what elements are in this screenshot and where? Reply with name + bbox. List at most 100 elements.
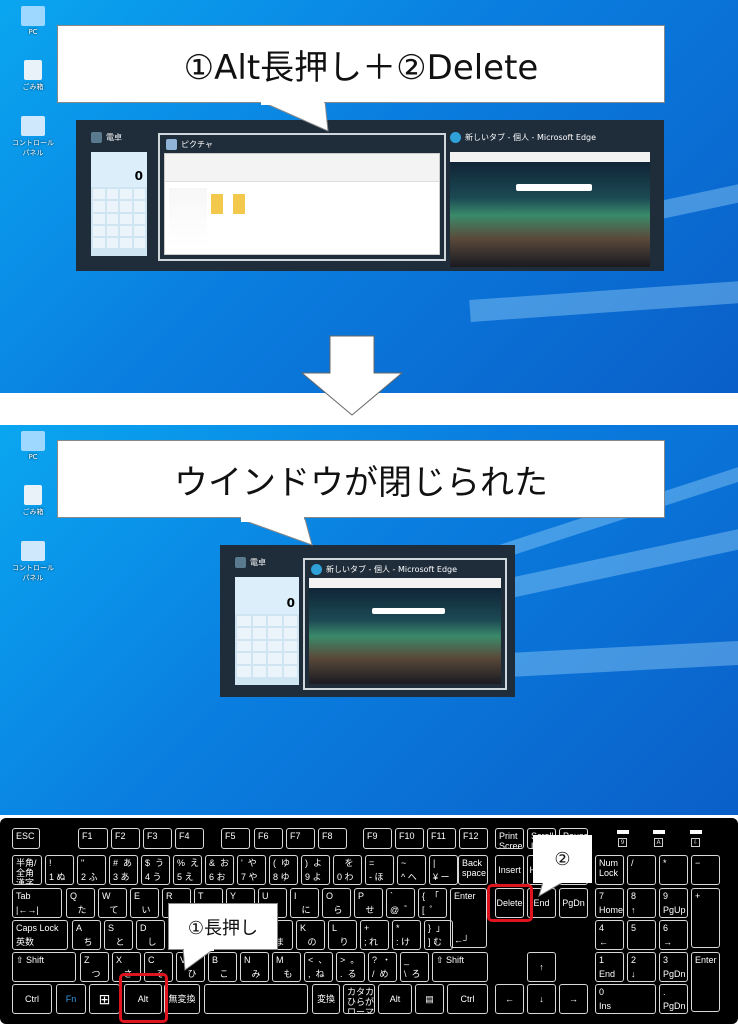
- key-n[interactable]: N み: [240, 952, 269, 982]
- key-k16[interactable]: 半角/ 全角 漢字: [12, 855, 42, 885]
- key-f2[interactable]: F2: [111, 828, 140, 849]
- key-2[interactable]: 2 ↓: [627, 952, 656, 982]
- key-k84[interactable]: > 。 . る: [336, 952, 365, 982]
- key-k83[interactable]: < 、 , ね: [304, 952, 333, 982]
- key-e[interactable]: E い: [130, 888, 159, 918]
- key-m[interactable]: M も: [272, 952, 301, 982]
- key-d[interactable]: D し: [136, 920, 165, 950]
- key-9[interactable]: 9 PgUp: [659, 888, 688, 918]
- key-k17[interactable]: ! 1 ぬ: [45, 855, 74, 885]
- key-7[interactable]: 7 Home: [595, 888, 624, 918]
- key-print[interactable]: Print Screen: [495, 828, 524, 849]
- key-f1[interactable]: F1: [78, 828, 108, 849]
- key-enter[interactable]: Enter ←┘: [450, 888, 487, 948]
- key-num[interactable]: Num Lock: [595, 855, 624, 885]
- desktop-icon-pc[interactable]: PC: [8, 6, 58, 36]
- key-k26[interactable]: を 0 わ: [333, 855, 362, 885]
- key-s[interactable]: S と: [104, 920, 133, 950]
- key-f4[interactable]: F4: [175, 828, 204, 849]
- key-z[interactable]: Z つ: [80, 952, 109, 982]
- key-fn[interactable]: Fn: [56, 984, 86, 1014]
- key-k108[interactable]: . PgDn: [659, 984, 688, 1014]
- key-back[interactable]: Back space: [458, 855, 488, 885]
- key-k95[interactable]: ⊞: [89, 984, 120, 1014]
- key-k102[interactable]: ▤: [415, 984, 444, 1014]
- key-k86[interactable]: _ \ ろ: [400, 952, 429, 982]
- key-5[interactable]: 5: [627, 920, 656, 950]
- key-k70[interactable]: *: け: [392, 920, 421, 950]
- key-i[interactable]: I に: [290, 888, 319, 918]
- desktop-icon-recycle-bin[interactable]: ごみ箱: [8, 485, 58, 517]
- key-k97[interactable]: 無変換: [164, 984, 200, 1014]
- key-f10[interactable]: F10: [395, 828, 424, 849]
- window-thumb-edge[interactable]: 新しいタブ - 個人 - Microsoft Edge: [303, 558, 507, 690]
- key-k35[interactable]: /: [627, 855, 656, 885]
- key-6[interactable]: 6 →: [659, 920, 688, 950]
- key-tab[interactable]: Tab |←→|: [12, 888, 62, 918]
- key-k27[interactable]: = - ほ: [365, 855, 394, 885]
- key-f12[interactable]: F12: [459, 828, 488, 849]
- key-k105[interactable]: ↓: [527, 984, 556, 1014]
- key-f8[interactable]: F8: [318, 828, 347, 849]
- key-f9[interactable]: F9: [363, 828, 392, 849]
- desktop-icon-recycle-bin[interactable]: ごみ箱: [8, 60, 58, 92]
- key-esc[interactable]: ESC: [12, 828, 40, 849]
- key-o[interactable]: O ら: [322, 888, 351, 918]
- window-thumb-calculator[interactable]: 電卓 0: [235, 557, 299, 685]
- key-alt[interactable]: Alt: [378, 984, 412, 1014]
- key-k37[interactable]: −: [691, 855, 720, 885]
- window-thumb-edge[interactable]: 新しいタブ - 個人 - Microsoft Edge: [450, 132, 650, 267]
- key-ctrl[interactable]: Ctrl: [447, 984, 488, 1014]
- key-p[interactable]: P せ: [354, 888, 383, 918]
- key-k36[interactable]: *: [659, 855, 688, 885]
- key-w[interactable]: W て: [98, 888, 127, 918]
- key-capslock[interactable]: Caps Lock 英数: [12, 920, 68, 950]
- key-q[interactable]: Q た: [66, 888, 95, 918]
- key-4[interactable]: 4 ←: [595, 920, 624, 950]
- key-insert[interactable]: Insert: [495, 855, 524, 885]
- key-f6[interactable]: F6: [254, 828, 283, 849]
- key-a[interactable]: A ち: [72, 920, 101, 950]
- key-3[interactable]: 3 PgDn: [659, 952, 688, 982]
- key-k58[interactable]: +: [691, 888, 720, 948]
- key-f5[interactable]: F5: [221, 828, 250, 849]
- key-k49[interactable]: ` @ ゛: [386, 888, 415, 918]
- key-k71[interactable]: } 」] む: [424, 920, 453, 950]
- key-k99[interactable]: 変換: [312, 984, 340, 1014]
- key-0[interactable]: 0 Ins: [595, 984, 656, 1014]
- key-k21[interactable]: % え 5 え: [173, 855, 202, 885]
- key-k100[interactable]: カタカナ ひらがな ローマ字: [343, 984, 375, 1014]
- key-k18[interactable]: " 2 ふ: [77, 855, 106, 885]
- key-space[interactable]: [204, 984, 308, 1014]
- key-k85[interactable]: ? ・ / め: [368, 952, 397, 982]
- desktop-icon-control-panel[interactable]: コントロール パネル: [8, 116, 58, 158]
- key-1[interactable]: 1 End: [595, 952, 624, 982]
- key-k69[interactable]: + ; れ: [360, 920, 389, 950]
- key-shift[interactable]: ⇧ Shift: [432, 952, 488, 982]
- window-thumb-calculator[interactable]: 電卓 0: [91, 132, 147, 256]
- key-l[interactable]: L り: [328, 920, 357, 950]
- key-k20[interactable]: $ う 4 う: [141, 855, 170, 885]
- key-k23[interactable]: ' や 7 や: [237, 855, 266, 885]
- key-k19[interactable]: # あ 3 あ: [109, 855, 138, 885]
- key-f7[interactable]: F7: [286, 828, 315, 849]
- key-shift[interactable]: ⇧ Shift: [12, 952, 76, 982]
- key-k29[interactable]: | ¥ ー: [429, 855, 458, 885]
- key-k104[interactable]: ←: [495, 984, 524, 1014]
- key-8[interactable]: 8 ↑: [627, 888, 656, 918]
- key-k50[interactable]: { 「 [ ゜: [418, 888, 447, 918]
- key-k25[interactable]: ) よ 9 よ: [301, 855, 330, 885]
- key-k[interactable]: K の: [296, 920, 325, 950]
- key-f3[interactable]: F3: [143, 828, 172, 849]
- key-k24[interactable]: ( ゆ 8 ゆ: [269, 855, 298, 885]
- desktop-icon-control-panel[interactable]: コントロール パネル: [8, 541, 58, 583]
- key-f11[interactable]: F11: [427, 828, 456, 849]
- key-k88[interactable]: ↑: [527, 952, 556, 982]
- window-thumb-pictures[interactable]: ピクチャ: [158, 133, 446, 261]
- key-k106[interactable]: →: [559, 984, 588, 1014]
- desktop-icon-pc[interactable]: PC: [8, 431, 58, 461]
- key-ctrl[interactable]: Ctrl: [12, 984, 52, 1014]
- key-k28[interactable]: ~ ^ へ: [397, 855, 426, 885]
- key-enter[interactable]: Enter: [691, 952, 720, 1012]
- key-k22[interactable]: & お 6 お: [205, 855, 234, 885]
